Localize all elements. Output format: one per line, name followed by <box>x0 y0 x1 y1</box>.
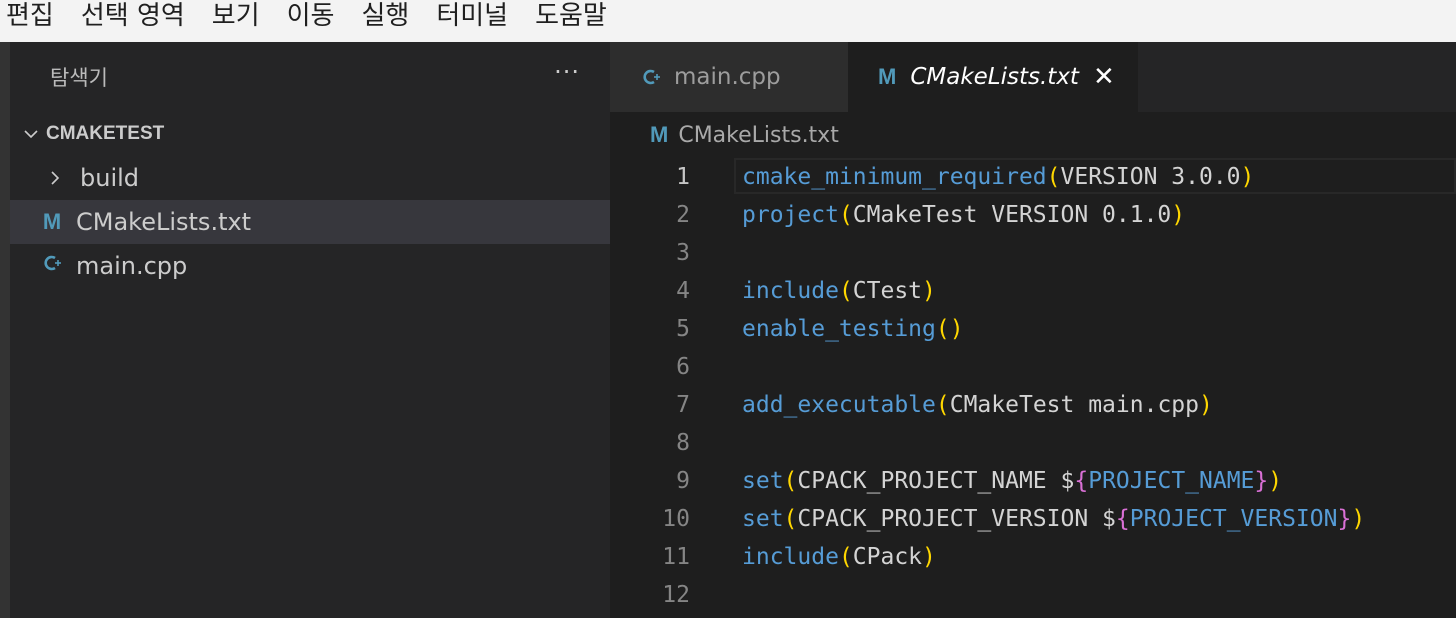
line-number: 9 <box>676 468 690 494</box>
line-number: 5 <box>676 316 690 342</box>
close-icon[interactable]: ✕ <box>1093 62 1115 92</box>
line-number: 2 <box>676 202 690 228</box>
tree-item-main-cpp[interactable]: main.cpp <box>10 244 610 288</box>
line-number: 10 <box>662 506 690 532</box>
chevron-down-icon <box>24 130 38 139</box>
line-number: 7 <box>676 392 690 418</box>
editor-pane: main.cpp M CMakeLists.txt ✕ M CMakeLists… <box>610 42 1456 618</box>
menu-edit[interactable]: 편집 <box>6 0 54 43</box>
code-line[interactable]: 2 project(CMakeTest VERSION 0.1.0) <box>610 196 1456 234</box>
code-line[interactable]: 11 include(CPack) <box>610 538 1456 576</box>
line-number: 11 <box>662 544 690 570</box>
line-code: set(CPACK_PROJECT_NAME ${PROJECT_NAME}) <box>742 468 1283 494</box>
menu-help[interactable]: 도움말 <box>535 0 607 43</box>
code-line[interactable]: 3 <box>610 234 1456 272</box>
sidebar-title: 탐색기 <box>50 66 108 90</box>
code-line[interactable]: 4 include(CTest) <box>610 272 1456 310</box>
tree-item-label: main.cpp <box>76 252 188 280</box>
tab-cmakelists[interactable]: M CMakeLists.txt ✕ <box>848 42 1138 112</box>
code-line[interactable]: 6 <box>610 348 1456 386</box>
breadcrumb-file[interactable]: CMakeLists.txt <box>678 123 839 148</box>
sidebar-header: 탐색기 ··· <box>10 42 610 112</box>
line-code: cmake_minimum_required(VERSION 3.0.0) <box>742 164 1255 190</box>
breadcrumb: M CMakeLists.txt <box>650 120 839 150</box>
line-number: 3 <box>676 240 690 266</box>
tab-main-cpp[interactable]: main.cpp <box>610 42 848 112</box>
workspace-section-header[interactable]: CMAKETEST <box>10 120 610 148</box>
line-number: 8 <box>676 430 690 456</box>
tree-item-label: CMakeLists.txt <box>76 208 252 236</box>
activity-bar <box>0 42 10 618</box>
tree-item-label: build <box>80 164 140 192</box>
tree-item-cmakelists[interactable]: M CMakeLists.txt <box>10 200 610 244</box>
tab-bar: main.cpp M CMakeLists.txt ✕ <box>610 42 1456 112</box>
code-line[interactable]: 5 enable_testing() <box>610 310 1456 348</box>
line-number: 6 <box>676 354 690 380</box>
code-line[interactable]: 10 set(CPACK_PROJECT_VERSION ${PROJECT_VE… <box>610 500 1456 538</box>
tab-label: CMakeLists.txt <box>910 64 1079 90</box>
tab-label: main.cpp <box>674 64 781 90</box>
workspace-title: CMAKETEST <box>46 123 165 144</box>
line-code: include(CPack) <box>742 544 936 570</box>
menu-view[interactable]: 보기 <box>212 0 260 43</box>
code-line[interactable]: 9 set(CPACK_PROJECT_NAME ${PROJECT_NAME}) <box>610 462 1456 500</box>
menu-bar: 편집 선택 영역 보기 이동 실행 터미널 도움말 <box>0 0 1456 42</box>
cmake-m-icon: M <box>650 122 669 147</box>
code-line[interactable]: 8 <box>610 424 1456 462</box>
cmake-m-icon: M <box>878 64 897 89</box>
cpp-icon <box>640 66 662 88</box>
line-code: add_executable(CMakeTest main.cpp) <box>742 392 1213 418</box>
code-line[interactable]: 12 <box>610 576 1456 614</box>
cpp-icon <box>40 252 64 280</box>
line-code: set(CPACK_PROJECT_VERSION ${PROJECT_VERS… <box>742 506 1366 532</box>
cmake-m-icon: M <box>42 209 62 234</box>
line-number: 4 <box>676 278 690 304</box>
code-line[interactable]: 7 add_executable(CMakeTest main.cpp) <box>610 386 1456 424</box>
tree-item-build[interactable]: build <box>10 156 610 200</box>
code-line[interactable]: 1 cmake_minimum_required(VERSION 3.0.0) <box>610 158 1456 196</box>
line-number: 12 <box>662 582 690 608</box>
chevron-right-icon <box>51 171 60 185</box>
code-area[interactable]: 1 cmake_minimum_required(VERSION 3.0.0) 2 p… <box>610 158 1456 618</box>
menu-run[interactable]: 실행 <box>361 0 409 43</box>
line-code: project(CMakeTest VERSION 0.1.0) <box>742 202 1186 228</box>
menu-selection[interactable]: 선택 영역 <box>81 0 185 43</box>
line-code: enable_testing() <box>742 316 964 342</box>
explorer-sidebar: 탐색기 ··· CMAKETEST build M CMakeLists.txt… <box>10 42 610 618</box>
menu-go[interactable]: 이동 <box>287 0 335 43</box>
line-code: include(CTest) <box>742 278 936 304</box>
line-number: 1 <box>676 164 690 190</box>
more-actions-button[interactable]: ··· <box>554 58 580 86</box>
menu-terminal[interactable]: 터미널 <box>436 0 508 43</box>
